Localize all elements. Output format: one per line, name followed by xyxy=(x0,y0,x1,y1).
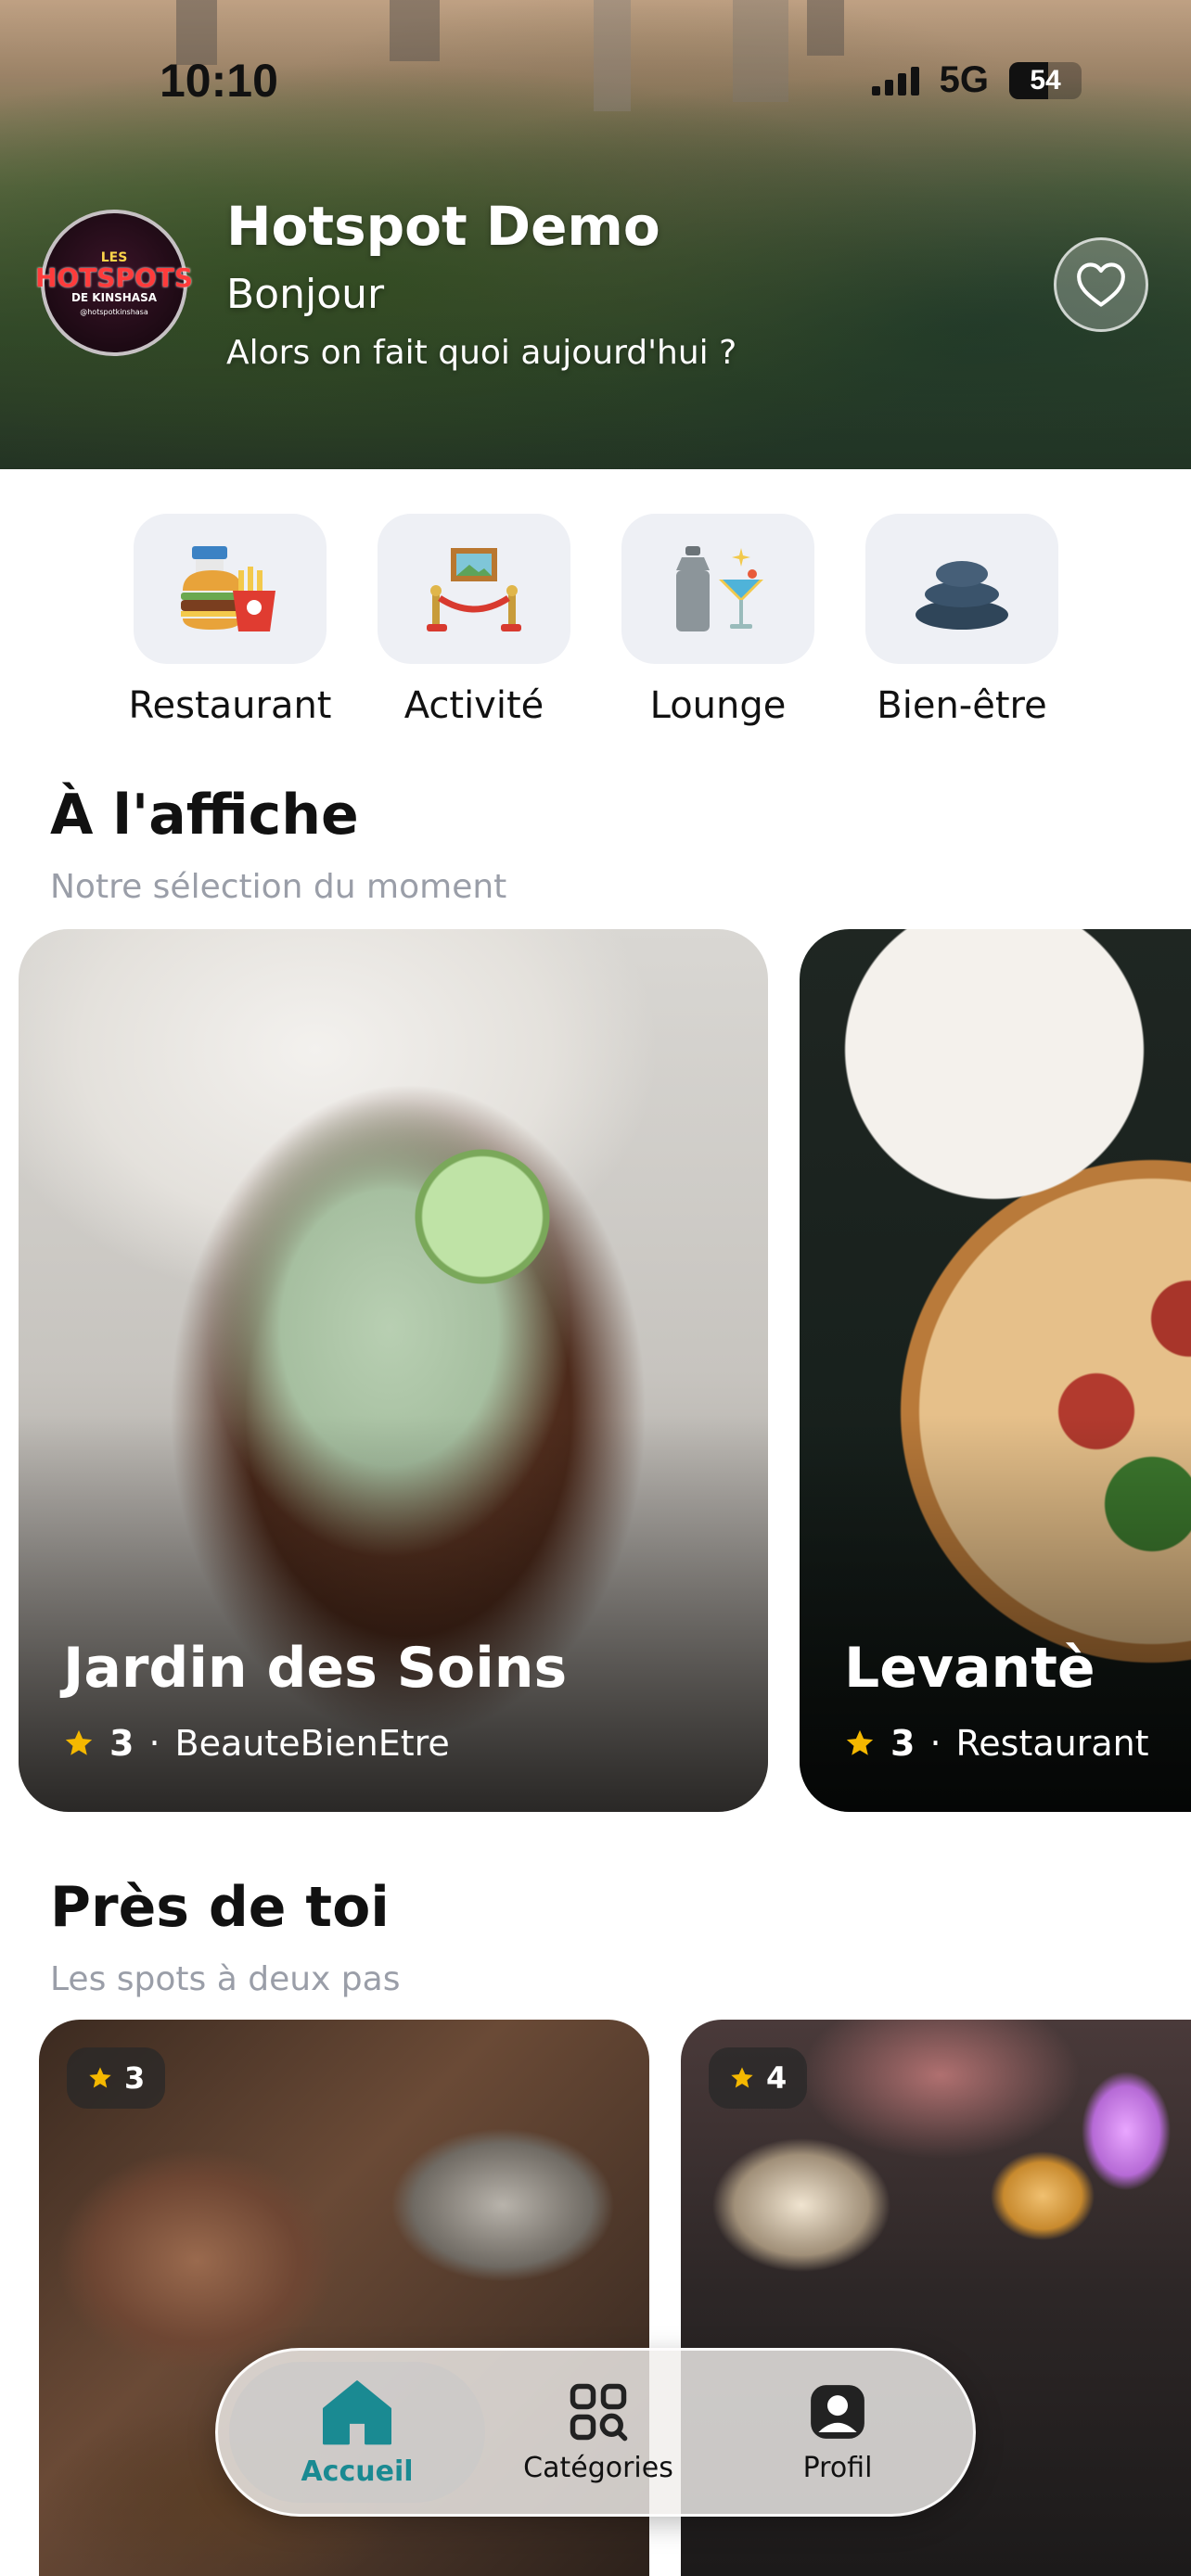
featured-card[interactable]: Jardin des Soins 3 · BeauteBienEtre xyxy=(19,929,768,1812)
rating-value: 3 xyxy=(124,2060,146,2096)
category-activite[interactable]: Activité xyxy=(378,514,570,727)
category-lounge[interactable]: Lounge xyxy=(621,514,814,727)
battery-icon: 54 xyxy=(1009,61,1082,99)
star-icon xyxy=(731,2067,753,2088)
signal-icon xyxy=(871,66,919,96)
header-banner: 10:10 5G 54 LES HOTSPOTS DE KINSHASA @ho… xyxy=(0,0,1191,469)
star-icon xyxy=(65,1729,93,1755)
featured-card-category: Restaurant xyxy=(955,1723,1149,1764)
featured-card[interactable]: Levantè 3 · Restaurant xyxy=(800,929,1191,1812)
featured-card-rating: 3 xyxy=(890,1723,916,1764)
tab-label: Accueil xyxy=(301,2455,414,2488)
featured-section-subtitle: Notre sélection du moment xyxy=(50,868,507,906)
tab-categories[interactable]: Catégories xyxy=(487,2351,710,2514)
app-logo-avatar[interactable]: LES HOTSPOTS DE KINSHASA @hotspotkinshas… xyxy=(35,210,193,356)
separator-dot: · xyxy=(929,1723,941,1764)
spa-stones-icon xyxy=(916,561,1008,630)
tab-label: Profil xyxy=(802,2451,873,2484)
network-type: 5G xyxy=(939,59,989,100)
rating-badge: 4 xyxy=(709,2047,808,2109)
profile-icon xyxy=(811,2384,864,2439)
museum-exhibit-icon xyxy=(427,548,521,631)
featured-card-meta: 3 · Restaurant xyxy=(844,1723,1149,1764)
logo-text-line4: @hotspotkinshasa xyxy=(80,307,148,316)
burger-fries-icon xyxy=(181,546,275,631)
app-title: Hotspot Demo xyxy=(226,195,660,258)
rating-value: 4 xyxy=(766,2060,788,2096)
battery-percent: 54 xyxy=(1030,64,1061,96)
star-icon xyxy=(89,2067,111,2088)
featured-card-rating: 3 xyxy=(109,1723,134,1764)
tab-profil[interactable]: Profil xyxy=(726,2351,949,2514)
category-restaurant[interactable]: Restaurant xyxy=(129,514,331,727)
featured-section-title: À l'affiche xyxy=(50,783,359,848)
tab-accueil[interactable]: Accueil xyxy=(246,2351,468,2514)
category-label: Lounge xyxy=(649,684,787,727)
greeting: Bonjour xyxy=(226,271,385,318)
featured-card-name: Jardin des Soins xyxy=(63,1636,568,1701)
separator-dot: · xyxy=(148,1723,160,1764)
category-bien-etre[interactable]: Bien-être xyxy=(865,514,1058,727)
star-icon xyxy=(846,1729,874,1755)
category-label: Restaurant xyxy=(128,684,332,727)
nearby-section-subtitle: Les spots à deux pas xyxy=(50,1960,401,1998)
status-indicators: 5G 54 xyxy=(871,59,1082,101)
category-label: Activité xyxy=(403,684,544,727)
tab-label: Catégories xyxy=(523,2451,673,2484)
featured-card-category: BeauteBienEtre xyxy=(174,1723,450,1764)
cocktail-shaker-icon xyxy=(676,546,763,631)
rating-badge: 3 xyxy=(67,2047,166,2109)
logo-text-line3: DE KINSHASA xyxy=(70,290,158,304)
heart-outline-icon xyxy=(1077,262,1125,307)
logo-text-line2: HOTSPOTS xyxy=(34,261,194,293)
featured-card-name: Levantè xyxy=(844,1636,1095,1701)
favorites-button[interactable] xyxy=(1054,237,1148,332)
bottom-tab-bar: Accueil Catégories Profil xyxy=(215,2348,976,2517)
category-label: Bien-être xyxy=(877,684,1047,727)
home-icon xyxy=(322,2379,391,2444)
nearby-section-title: Près de toi xyxy=(50,1875,390,1940)
status-time: 10:10 xyxy=(160,55,278,107)
categories-grid-icon xyxy=(570,2383,628,2441)
header-subtitle: Alors on fait quoi aujourd'hui ? xyxy=(226,334,737,372)
featured-card-meta: 3 · BeauteBienEtre xyxy=(63,1723,450,1764)
